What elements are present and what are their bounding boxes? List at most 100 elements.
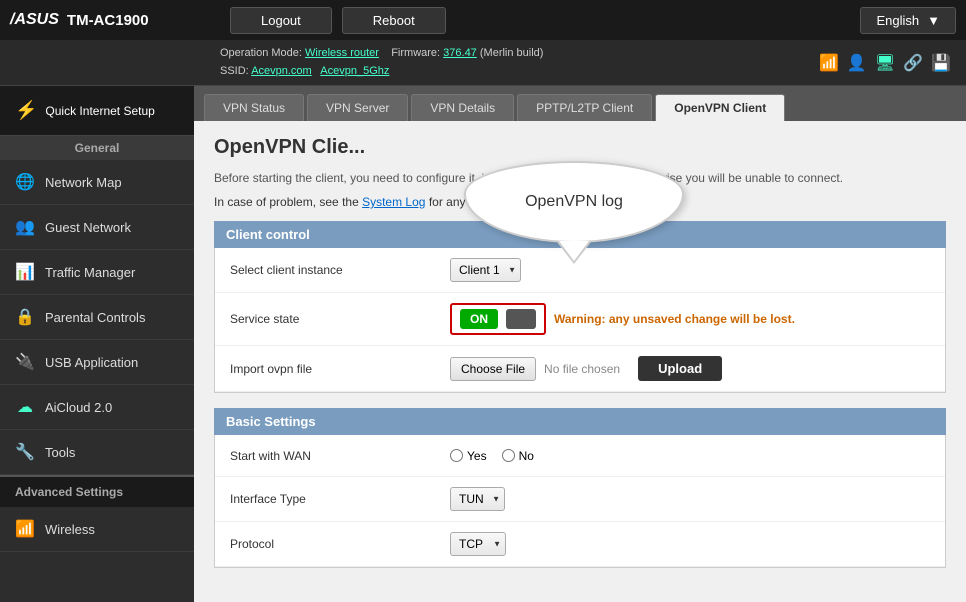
select-instance-label: Select client instance	[230, 263, 450, 277]
toggle-wrapper[interactable]: ON	[450, 303, 546, 335]
protocol-select[interactable]: TCP UDP	[450, 532, 506, 556]
tab-vpn-details[interactable]: VPN Details	[411, 94, 514, 121]
no-label: No	[519, 449, 534, 463]
usb-application-icon: 🔌	[15, 352, 35, 372]
sidebar-item-label: Wireless	[45, 522, 95, 537]
no-radio-label[interactable]: No	[502, 449, 534, 463]
quick-setup-label: Quick Internet Setup	[45, 104, 154, 118]
protocol-wrapper: TCP UDP	[450, 532, 506, 556]
wireless-icon: 📶	[15, 519, 35, 539]
sidebar-item-wireless[interactable]: 📶 Wireless	[0, 507, 194, 552]
interface-type-control: TUN TAP	[450, 487, 505, 511]
network-icon: 🔗	[903, 53, 923, 73]
logo-area: /ASUS TM-AC1900	[10, 11, 210, 29]
traffic-manager-icon: 📊	[15, 262, 35, 282]
sidebar-item-traffic-manager[interactable]: 📊 Traffic Manager	[0, 250, 194, 295]
system-info: Operation Mode: Wireless router Firmware…	[220, 45, 543, 80]
interface-type-select[interactable]: TUN TAP	[450, 487, 505, 511]
firmware-label: Firmware:	[391, 47, 440, 59]
basic-settings-header: Basic Settings	[214, 408, 946, 435]
sidebar-item-label: Tools	[45, 445, 75, 460]
start-with-wan-row: Start with WAN Yes No	[215, 435, 945, 477]
aicloud-icon: ☁	[15, 397, 35, 417]
tabs-bar: VPN Status VPN Server VPN Details PPTP/L…	[194, 86, 966, 121]
operation-mode-label: Operation Mode:	[220, 47, 302, 59]
client-control-body: Select client instance Client 1 Client 2…	[214, 248, 946, 393]
import-ovpn-label: Import ovpn file	[230, 362, 450, 376]
model-name: TM-AC1900	[67, 12, 149, 29]
sidebar-item-label: Guest Network	[45, 220, 131, 235]
sidebar-item-tools[interactable]: 🔧 Tools	[0, 430, 194, 475]
guest-network-icon: 👥	[15, 217, 35, 237]
interface-type-row: Interface Type TUN TAP	[215, 477, 945, 522]
sidebar-item-network-map[interactable]: 🌐 Network Map	[0, 160, 194, 205]
ssid-5g[interactable]: Acevpn_5Ghz	[320, 65, 389, 77]
warning-text: Warning: any unsaved change will be lost…	[554, 312, 795, 326]
problem-note-text: In case of problem, see the	[214, 195, 359, 209]
service-state-label: Service state	[230, 312, 450, 326]
monitor-icon: 🖥	[875, 53, 895, 73]
advanced-settings-label: Advanced Settings	[0, 475, 194, 507]
service-state-row: Service state ON Warning: any unsaved ch…	[215, 293, 945, 346]
chevron-down-icon: ▼	[927, 13, 940, 28]
usb-icon: 💾	[931, 53, 951, 73]
quick-setup-icon: ⚡	[15, 100, 37, 121]
page-content: OpenVPN log OpenVPN Clie... Before start…	[194, 121, 966, 598]
parental-controls-icon: 🔒	[15, 307, 35, 327]
content-area: VPN Status VPN Server VPN Details PPTP/L…	[194, 86, 966, 602]
tools-icon: 🔧	[15, 442, 35, 462]
protocol-control: TCP UDP	[450, 532, 506, 556]
yes-label: Yes	[467, 449, 487, 463]
yes-radio[interactable]	[450, 449, 463, 462]
yes-radio-label[interactable]: Yes	[450, 449, 487, 463]
sidebar-item-label: AiCloud 2.0	[45, 400, 112, 415]
ssid-label: SSID:	[220, 65, 249, 77]
start-with-wan-control: Yes No	[450, 449, 534, 463]
quick-internet-setup[interactable]: ⚡ Quick Internet Setup	[0, 86, 194, 136]
top-bar: /ASUS TM-AC1900 Logout Reboot English ▼	[0, 0, 966, 40]
tooltip-text: OpenVPN log	[525, 193, 623, 210]
client-instance-select[interactable]: Client 1 Client 2 Client 3	[450, 258, 521, 282]
language-label: English	[876, 13, 919, 28]
interface-type-label: Interface Type	[230, 492, 450, 506]
info-bar: Operation Mode: Wireless router Firmware…	[0, 40, 966, 86]
protocol-label: Protocol	[230, 537, 450, 551]
system-log-link[interactable]: System Log	[362, 195, 425, 209]
basic-settings-body: Start with WAN Yes No Interfac	[214, 435, 946, 568]
language-selector[interactable]: English ▼	[860, 7, 956, 34]
sidebar-item-guest-network[interactable]: 👥 Guest Network	[0, 205, 194, 250]
reboot-button[interactable]: Reboot	[342, 7, 446, 34]
select-instance-control: Client 1 Client 2 Client 3	[450, 258, 521, 282]
sidebar-item-parental-controls[interactable]: 🔒 Parental Controls	[0, 295, 194, 340]
status-icons: 📶 👤 🖥 🔗 💾	[819, 53, 951, 73]
ssid-2g[interactable]: Acevpn.com	[251, 65, 312, 77]
service-state-control: ON Warning: any unsaved change will be l…	[450, 303, 795, 335]
sidebar-item-aicloud[interactable]: ☁ AiCloud 2.0	[0, 385, 194, 430]
toggle-off-button[interactable]	[506, 309, 536, 329]
import-ovpn-control: Choose File No file chosen Upload	[450, 356, 722, 381]
sidebar-item-usb-application[interactable]: 🔌 USB Application	[0, 340, 194, 385]
main-layout: ⚡ Quick Internet Setup General 🌐 Network…	[0, 86, 966, 602]
user-icon: 👤	[847, 53, 867, 73]
sidebar-item-label: Traffic Manager	[45, 265, 135, 280]
tab-openvpn-client[interactable]: OpenVPN Client	[655, 94, 785, 121]
no-radio[interactable]	[502, 449, 515, 462]
start-with-wan-label: Start with WAN	[230, 449, 450, 463]
no-file-text: No file chosen	[544, 362, 620, 376]
sidebar-item-label: Parental Controls	[45, 310, 145, 325]
choose-file-button[interactable]: Choose File	[450, 357, 536, 381]
sidebar-item-label: Network Map	[45, 175, 122, 190]
asus-logo: /ASUS	[10, 11, 59, 29]
tab-pptp-l2tp[interactable]: PPTP/L2TP Client	[517, 94, 652, 121]
sidebar: ⚡ Quick Internet Setup General 🌐 Network…	[0, 86, 194, 602]
client-instance-wrapper: Client 1 Client 2 Client 3	[450, 258, 521, 282]
logout-button[interactable]: Logout	[230, 7, 332, 34]
page-title: OpenVPN Clie...	[214, 136, 946, 159]
tab-vpn-status[interactable]: VPN Status	[204, 94, 304, 121]
firmware-value[interactable]: 376.47	[443, 47, 477, 59]
upload-button[interactable]: Upload	[638, 356, 722, 381]
operation-mode-value[interactable]: Wireless router	[305, 47, 379, 59]
tab-vpn-server[interactable]: VPN Server	[307, 94, 408, 121]
toggle-on-label[interactable]: ON	[460, 309, 498, 329]
interface-type-wrapper: TUN TAP	[450, 487, 505, 511]
